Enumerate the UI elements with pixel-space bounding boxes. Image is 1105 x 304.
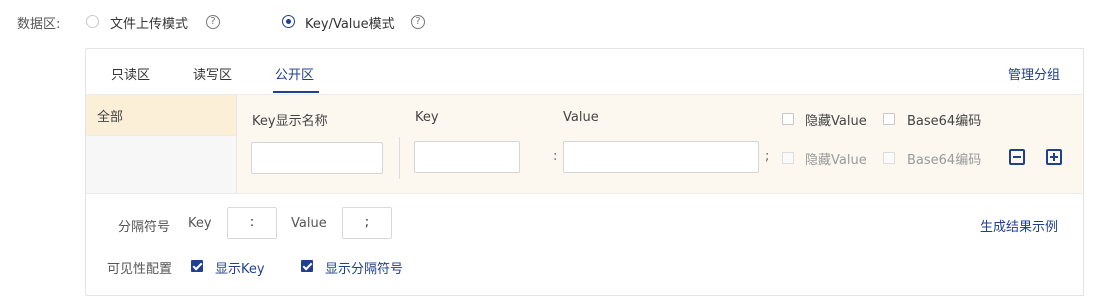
base64-header-checkbox[interactable] bbox=[883, 113, 895, 125]
manage-group-link[interactable]: 管理分组 bbox=[1008, 64, 1060, 83]
mode-file-radio[interactable] bbox=[86, 15, 99, 28]
kv-panel: 只读区 读写区 公开区 管理分组 全部 Key显示名称 Key Value 隐藏… bbox=[85, 48, 1084, 296]
kv-colon: : bbox=[553, 149, 558, 164]
mode-kv-label[interactable]: Key/Value模式 bbox=[305, 13, 395, 32]
show-key-checkbox[interactable] bbox=[191, 260, 203, 272]
mode-file-label[interactable]: 文件上传模式 bbox=[110, 13, 188, 32]
show-key-label[interactable]: 显示Key bbox=[215, 258, 265, 277]
base64-header-label: Base64编码 bbox=[907, 114, 982, 129]
mode-kv-help-icon[interactable]: ? bbox=[411, 15, 425, 29]
hide-value-header-label: 隐藏Value bbox=[805, 114, 867, 129]
hide-value-row-label: 隐藏Value bbox=[805, 153, 867, 168]
add-row-plus-icon[interactable] bbox=[1046, 149, 1062, 165]
separator-value-label: Value bbox=[291, 216, 327, 231]
header-display-name: Key显示名称 bbox=[252, 114, 328, 129]
show-separator-checkbox[interactable] bbox=[301, 260, 313, 272]
separator-label: 分隔符号 bbox=[118, 220, 171, 235]
hide-value-header-checkbox[interactable] bbox=[782, 113, 794, 125]
base64-row-label: Base64编码 bbox=[907, 153, 982, 168]
key-input[interactable] bbox=[414, 141, 520, 173]
visibility-label: 可见性配置 bbox=[107, 262, 173, 277]
header-key: Key bbox=[415, 110, 439, 125]
mode-kv-radio[interactable] bbox=[282, 15, 295, 28]
sidebar-item-all[interactable]: 全部 bbox=[86, 95, 236, 136]
value-input[interactable] bbox=[563, 141, 759, 173]
separator-key-input[interactable]: : bbox=[227, 207, 277, 239]
base64-row-checkbox[interactable] bbox=[883, 152, 895, 164]
tab-readonly[interactable]: 只读区 bbox=[111, 64, 150, 83]
tab-readwrite[interactable]: 读写区 bbox=[193, 64, 232, 83]
separator-key-label: Key bbox=[188, 216, 212, 231]
group-sidebar: 全部 bbox=[86, 95, 237, 193]
hide-value-row-checkbox[interactable] bbox=[782, 152, 794, 164]
tab-public[interactable]: 公开区 bbox=[275, 64, 314, 83]
generate-example-link[interactable]: 生成结果示例 bbox=[980, 216, 1058, 235]
kv-semicolon: ; bbox=[765, 149, 770, 164]
remove-row-minus-icon[interactable] bbox=[1009, 149, 1025, 165]
show-separator-label[interactable]: 显示分隔符号 bbox=[325, 258, 403, 277]
tab-active-indicator bbox=[273, 91, 319, 93]
data-area-label: 数据区: bbox=[17, 17, 61, 32]
header-value: Value bbox=[563, 110, 599, 125]
mode-file-help-icon[interactable]: ? bbox=[206, 15, 220, 29]
column-divider bbox=[399, 137, 400, 179]
separator-value-input[interactable]: ; bbox=[342, 207, 392, 239]
sidebar-item-label: 全部 bbox=[97, 110, 124, 125]
display-name-input[interactable] bbox=[251, 142, 383, 174]
kv-area: 全部 Key显示名称 Key Value 隐藏Value Base64编码 : … bbox=[86, 94, 1083, 194]
